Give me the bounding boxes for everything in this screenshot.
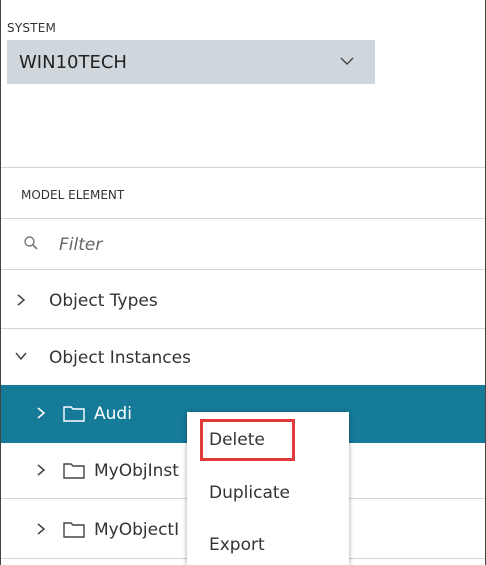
system-dropdown-value: WIN10TECH — [19, 51, 127, 73]
tree-item-label: MyObjectI — [94, 519, 180, 540]
tree-item-label: Audi — [94, 404, 132, 424]
folder-icon — [63, 406, 85, 422]
filter-input[interactable] — [57, 231, 361, 259]
system-dropdown[interactable]: WIN10TECH — [7, 40, 375, 84]
chevron-right-icon[interactable] — [34, 406, 48, 420]
divider — [1, 328, 485, 329]
chevron-down-icon[interactable] — [14, 349, 28, 363]
divider — [1, 269, 485, 270]
menu-item-export[interactable]: Export — [209, 535, 265, 555]
menu-item-duplicate[interactable]: Duplicate — [209, 483, 290, 503]
model-element-panel: SYSTEM WIN10TECH MODEL ELEMENT Object Ty… — [0, 0, 486, 565]
system-label: SYSTEM — [7, 21, 57, 35]
folder-icon — [63, 522, 85, 538]
divider — [1, 167, 485, 168]
tree-item-label: MyObjInst — [94, 460, 179, 481]
chevron-right-icon[interactable] — [14, 293, 28, 307]
tree-item-label: Object Instances — [49, 347, 191, 368]
chevron-down-icon — [340, 57, 354, 65]
tree-item-object-instances[interactable]: Object Instances — [1, 330, 485, 385]
model-element-label: MODEL ELEMENT — [21, 188, 125, 202]
tree-item-object-types[interactable]: Object Types — [1, 273, 485, 328]
filter-row — [1, 219, 485, 269]
chevron-right-icon[interactable] — [34, 522, 48, 536]
search-icon — [24, 236, 38, 250]
delete-highlight-box — [200, 419, 295, 461]
folder-icon — [63, 463, 85, 479]
tree-item-label: Object Types — [49, 290, 158, 311]
chevron-right-icon[interactable] — [34, 463, 48, 477]
